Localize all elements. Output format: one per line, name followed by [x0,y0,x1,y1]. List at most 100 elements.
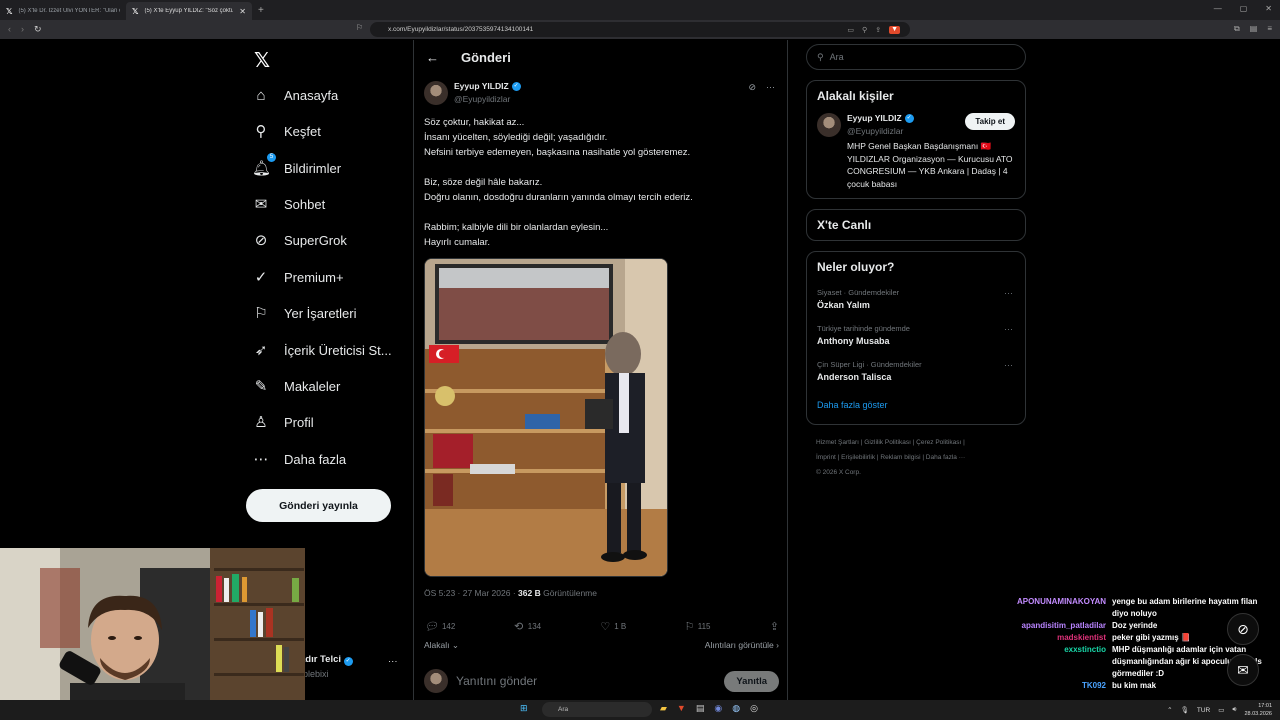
follow-button[interactable]: Takip et [965,113,1015,130]
wifi-icon[interactable]: ▭ [1218,706,1224,714]
bookmark-page-icon[interactable]: ⚐ [356,23,363,32]
office-photo [425,259,667,576]
footer-line[interactable]: © 2026 X Corp. [816,465,1016,480]
more-icon[interactable]: ··· [766,82,775,93]
share-icon[interactable]: ⇪ [875,26,881,34]
footer-line[interactable]: İmprint | Erişilebilirlik | Reklam bilgi… [816,450,1016,465]
search-input[interactable]: ⚲ Ara [806,44,1026,70]
trend-item[interactable]: Siyaset · Gündemdekiler Özkan Yalım ··· [817,288,1015,310]
grok-icon: ⊘ [254,232,268,249]
zoom-icon[interactable]: ⚲ [862,26,867,34]
back-icon[interactable]: ‹ [8,24,11,35]
more-icon[interactable]: ··· [1004,288,1013,298]
language-indicator[interactable]: TUR [1197,707,1210,714]
sidebar-item-label: Keşfet [284,123,321,139]
obs-icon[interactable]: ◎ [750,703,758,714]
new-tab-icon[interactable]: + [258,5,264,16]
card-title: Neler oluyor? [817,260,895,274]
sidebar-toggle-icon[interactable]: ▤ [1250,24,1258,34]
post-text-line: İnsanı yücelten, söylediği değil; yaşadı… [424,132,608,143]
sidebar-item[interactable]: 🔔︎ 5 Bildirimler [252,153,341,183]
sidebar-item[interactable]: ✉ Sohbet [252,189,326,219]
reply-sort-dropdown[interactable]: Alakalı ⌄ [424,640,459,651]
taskbar-search[interactable]: Ara [542,702,652,717]
brave-icon[interactable]: ▼ [677,703,686,714]
close-icon[interactable]: ✕ [239,7,246,16]
clock-time: 17:01 [1258,703,1272,709]
back-arrow-icon[interactable]: ← [426,50,439,65]
sidebar-item[interactable]: ⌂ Anasayfa [252,80,338,110]
folder-icon[interactable]: ▰ [660,703,667,714]
brave-shield-icon[interactable]: ▼ [889,25,900,34]
verified-icon: ✓ [343,657,353,666]
browser-tab-active[interactable]: 𝕏 (5) X'te Eyyup YILDIZ: "Söz çoktu ✕ [126,2,252,20]
minimize-icon[interactable]: — [1214,4,1222,13]
avatar[interactable] [424,81,448,105]
post-time[interactable]: ÖS 5:23 · 27 Mar 2026 · [424,588,516,598]
post-button[interactable]: Gönderi yayınla [246,489,391,522]
live-card[interactable]: X'te Canlı [806,209,1026,241]
person-name[interactable]: Eyyup YILDIZ [847,113,902,123]
trend-item[interactable]: Türkiye tarihinde gündemde Anthony Musaba… [817,324,1015,346]
share-action[interactable]: ⇪ [770,620,779,633]
account-switcher[interactable]: adır Telci ✓ rplebixi ··· [300,654,398,679]
sidebar-item[interactable]: ⚲ Keşfet [252,116,321,146]
sidebar-item[interactable]: ⚐ Yer İşaretleri [252,298,356,328]
sidebar-item[interactable]: ♙ Profil [252,407,313,437]
browser-tabbar: 𝕏 (5) X'te Dr. İzzet Ulvi YÖNTER: "Ulan … [0,0,1280,20]
post-image[interactable] [424,258,668,577]
sidebar-item[interactable]: ✎ Makaleler [252,371,341,401]
reload-icon[interactable]: ↻ [34,24,42,35]
sidebar-item[interactable]: ✓ Premium+ [252,262,344,292]
reply-action[interactable]: 💬︎ 142 [424,620,455,633]
volume-icon[interactable]: 🔊︎ [1232,706,1236,714]
right-column: ⚲ Ara Alakalı kişiler Eyyup YILDIZ ✓ @Eyu… [806,40,1026,480]
reply-input[interactable]: Yanıtını gönder [456,674,537,688]
sidebar-item[interactable]: ➶ İçerik Üreticisi St... [252,335,392,365]
url-field[interactable]: x.com/Eyupyildizlar/status/2037535974134… [370,22,910,37]
sidebar-item[interactable]: ⋯ Daha fazla [252,444,347,474]
grok-icon[interactable]: ⊘ [1227,613,1259,645]
notes-icon[interactable]: ▤ [696,703,705,714]
post-author[interactable]: Eyyup YILDIZ ✓ @Eyupyildizlar [424,81,521,105]
more-icon[interactable]: ··· [388,656,398,667]
show-more-link[interactable]: Daha fazla göster [817,400,1015,410]
like-action[interactable]: ♡ 1 B [600,620,626,633]
author-name[interactable]: Eyyup YILDIZ [454,81,509,91]
clock-date: 28.03.2026 [1244,711,1272,717]
reply-composer: Yanıtını gönder Yanıtla [424,669,779,693]
trend-item[interactable]: Çin Süper Ligi · Gündemdekiler Anderson T… [817,360,1015,382]
browser-tab[interactable]: 𝕏 (5) X'te Dr. İzzet Ulvi YÖNTER: "Ulan … [0,2,126,20]
message-icon[interactable]: ✉ [1227,654,1259,686]
post-text-line [424,205,774,220]
more-icon[interactable]: ··· [1004,324,1013,334]
footer-line[interactable]: Hizmet Şartları | Gizlilik Politikası | … [816,435,1016,450]
avatar[interactable] [817,113,841,137]
author-handle[interactable]: @Eyupyildizlar [454,94,521,104]
forward-icon[interactable]: › [21,24,24,35]
maximize-icon[interactable]: ▢ [1240,4,1248,13]
screen-icon[interactable]: ▭ [847,26,854,34]
bookmark-action[interactable]: ⚐ 115 [686,620,711,633]
sidebar-item[interactable]: ⊘ SuperGrok [252,225,347,255]
clock[interactable]: 17:01 28.03.2026 [1244,702,1272,718]
related-person[interactable]: Eyyup YILDIZ ✓ @Eyupyildizlar MHP Genel B… [817,113,1015,190]
avatar [424,669,448,693]
chevron-up-icon[interactable]: ⌃ [1167,706,1172,714]
x-logo-icon[interactable]: 𝕏 [254,48,270,73]
view-quotes-link[interactable]: Alıntıları görüntüle › [705,640,779,651]
extensions-icon[interactable]: ⧉ [1234,24,1240,34]
menu-icon[interactable]: ≡ [1267,24,1272,34]
more-icon[interactable]: ··· [1004,360,1013,370]
repost-action[interactable]: ⟲ 134 [515,620,542,633]
steam-icon[interactable]: ◍ [732,703,740,714]
windows-start-icon[interactable]: ⊞ [520,703,528,714]
reply-button[interactable]: Yanıtla [724,670,779,692]
search-icon: ⚲ [255,123,267,140]
windows-taskbar: ⊞ Ara ▰ ▼ ▤ ◉ ◍ ◎ ⌃ 🎙︎ TUR ▭ 🔊︎ 17:01 28… [0,700,1280,720]
chat-username: TK092 [1081,681,1106,690]
grok-icon[interactable]: ⊘ [748,82,756,93]
mic-icon[interactable]: 🎙︎ [1181,706,1189,714]
discord-icon[interactable]: ◉ [714,703,722,714]
close-window-icon[interactable]: ✕ [1265,4,1272,13]
